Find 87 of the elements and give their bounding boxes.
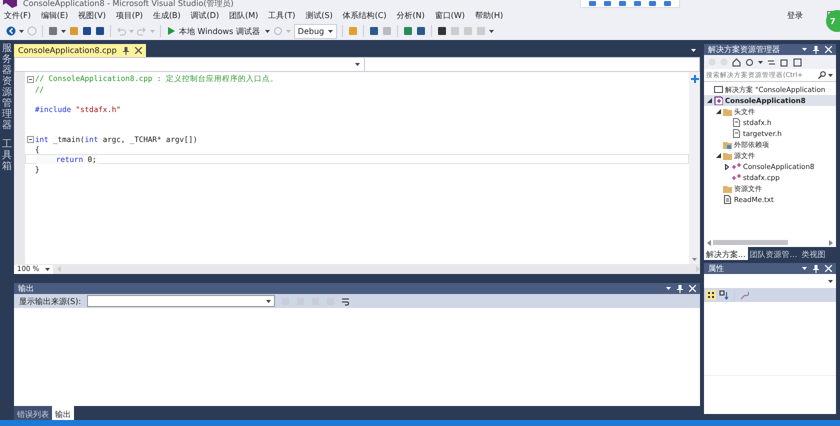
caret-icon [286,30,291,32]
panel-tab[interactable]: 解决方案... [704,247,748,260]
header-icon [732,118,741,127]
panel-title: 属性 [708,263,724,274]
scroll-right-icon[interactable] [829,240,833,246]
panel-tab[interactable]: 错误列表 [14,406,52,420]
caret-icon [758,60,763,64]
menu-item[interactable]: 生成(B) [152,10,181,20]
folder-icon [723,184,732,193]
tool-icon[interactable] [619,0,626,6]
search-icon[interactable] [818,71,826,79]
menu-item[interactable]: 项目(P) [116,10,143,20]
tool-icon[interactable] [649,0,656,6]
scrollbar-thumb[interactable] [713,240,788,245]
sync-icon[interactable] [745,58,754,66]
header-icon [732,129,741,138]
tool-icon[interactable] [604,0,611,6]
caret-icon [692,258,697,261]
menu-item[interactable]: 帮助(H) [474,10,504,20]
menu-item[interactable]: 体系结构(C) [342,10,387,20]
sign-in-link[interactable]: 登录 [787,10,803,20]
caret-icon [489,30,494,32]
tool-icon[interactable] [589,0,596,6]
wrench-icon[interactable] [740,290,749,300]
pin-icon[interactable] [677,284,683,292]
configuration-dropdown[interactable]: Debug [294,24,338,38]
caret-icon [691,49,696,52]
caret-icon [802,48,807,51]
close-icon[interactable] [134,47,142,54]
panel-tab[interactable]: 输出 [52,406,74,420]
document-tab[interactable]: ConsoleApplication8.cpp [14,44,146,57]
output-source-dropdown[interactable] [87,295,276,307]
menu-item[interactable]: 窗口(W) [434,10,465,20]
refs-icon [723,140,732,149]
word-wrap-icon[interactable] [341,296,350,306]
expanded-arrow-icon[interactable] [716,109,720,114]
panel-tab[interactable]: 类视图 [799,247,828,260]
menu-item[interactable]: 团队(M) [229,10,258,20]
tool-icon[interactable] [634,0,641,6]
caret-icon [61,30,66,32]
panel-title: 输出 [18,283,34,294]
tool-icon[interactable] [664,0,671,6]
text-icon [723,195,732,204]
expanded-arrow-icon[interactable] [706,98,712,103]
caret-icon [264,30,270,32]
menu-item[interactable]: 视图(V) [78,10,106,20]
caret-icon [828,74,833,76]
caret-icon [150,30,155,32]
play-icon [168,27,175,35]
side-tab[interactable]: 工具箱 [2,139,12,172]
collapse-icon[interactable] [26,76,34,82]
menu-item[interactable]: 工具(T) [268,10,296,20]
caret-icon [266,300,272,302]
caret-icon [45,268,50,270]
panel-tab[interactable]: 团队资源管... [748,247,800,260]
caret-icon [666,287,671,290]
caret-icon [129,30,134,32]
source-icon [732,162,741,171]
menu-item[interactable]: 分析(N) [396,10,425,20]
caret-icon [802,267,807,270]
expanded-arrow-icon[interactable] [716,153,720,158]
field-label: 显示输出来源(S): [19,296,82,306]
pin-icon[interactable] [122,46,129,54]
menu-item[interactable]: 文件(F) [4,10,31,20]
home-icon[interactable] [732,58,741,66]
pin-icon[interactable] [813,264,819,272]
split-icon[interactable] [690,75,698,83]
source-icon [732,173,741,182]
sort-icon[interactable] [719,290,729,300]
collapse-icon[interactable] [26,136,34,142]
caret-icon [828,280,833,282]
caret-icon [328,30,334,32]
side-tab[interactable]: 服务器资源管理器 [2,43,12,131]
categorized-icon[interactable] [706,290,716,300]
start-debugging-button[interactable]: 本地 Windows 调试器 [166,26,262,36]
folder-icon [723,151,732,160]
menu-item[interactable]: 调试(D) [190,10,220,20]
caret-icon [355,63,360,66]
caret-icon [19,30,24,32]
menu-item[interactable]: 编辑(E) [40,10,68,20]
menu-item[interactable]: 测试(S) [305,10,333,20]
solution-icon [714,85,723,94]
collapsed-arrow-icon[interactable] [725,164,729,170]
scroll-left-icon[interactable] [707,240,711,246]
panel-title: 解决方案资源管理器 [708,44,780,55]
project-icon [714,96,723,105]
pin-icon[interactable] [813,46,819,54]
